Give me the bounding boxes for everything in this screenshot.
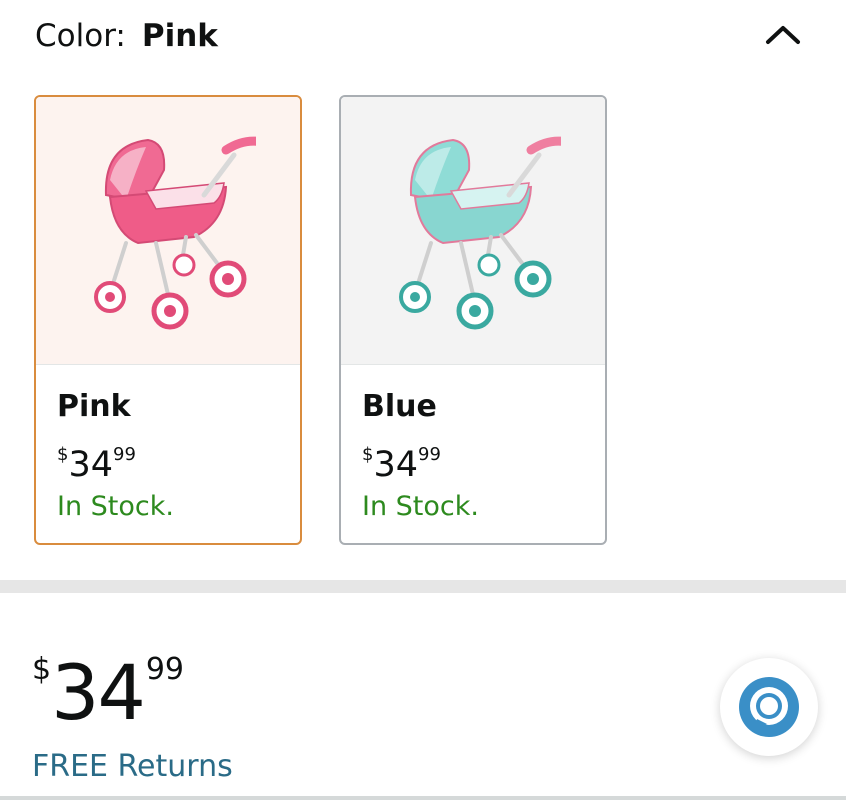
swatch-image-pink [36, 97, 300, 365]
alexa-icon [739, 677, 799, 737]
price-fraction: 99 [418, 444, 441, 465]
color-selector-header[interactable]: Color: Pink [0, 0, 846, 80]
swatch-image-blue [341, 97, 605, 365]
swatch-availability-pink: In Stock. [57, 491, 174, 522]
product-price-whole: 34 [51, 648, 146, 737]
pink-stroller-icon [94, 136, 256, 330]
blue-stroller-icon [399, 136, 561, 330]
swatch-price-blue: $3499 [362, 435, 441, 491]
price-whole: 34 [68, 445, 113, 485]
price-fraction: 99 [113, 444, 136, 465]
swatch-price-pink: $3499 [57, 435, 136, 491]
product-price: $3499 [32, 630, 184, 754]
collapse-toggle-button[interactable] [760, 12, 806, 52]
color-label-text: Color: [35, 18, 126, 54]
product-price-currency-symbol: $ [32, 652, 52, 687]
swatch-name-pink: Pink [57, 389, 131, 424]
price-currency-symbol: $ [57, 444, 69, 465]
swatch-pink[interactable]: Pink $3499 In Stock. [34, 95, 302, 545]
swatch-blue[interactable]: Blue $3499 In Stock. [339, 95, 607, 545]
alexa-button[interactable] [720, 658, 818, 756]
chevron-up-icon [766, 26, 800, 44]
product-price-fraction: 99 [145, 652, 184, 687]
color-label: Color: Pink [35, 16, 218, 56]
section-divider [0, 580, 846, 593]
bottom-rule [0, 796, 846, 800]
swatch-name-blue: Blue [362, 389, 437, 424]
price-currency-symbol: $ [362, 444, 374, 465]
swatch-availability-blue: In Stock. [362, 491, 479, 522]
free-returns-link[interactable]: FREE Returns [32, 745, 233, 789]
price-whole: 34 [373, 445, 418, 485]
selected-color-value: Pink [141, 18, 218, 54]
